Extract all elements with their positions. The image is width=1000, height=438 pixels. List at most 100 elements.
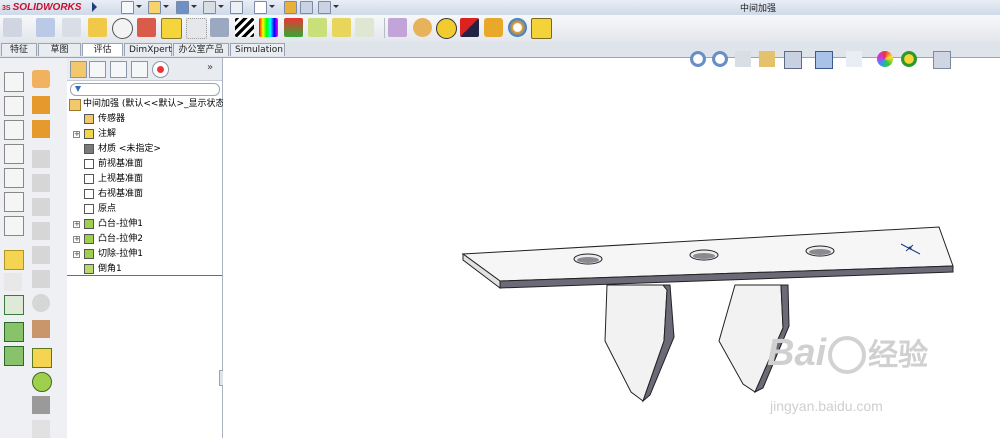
molds-icon[interactable] [32, 420, 50, 438]
menu-expand-arrow-icon[interactable] [92, 2, 97, 12]
feature-statistics-icon[interactable] [388, 18, 407, 37]
rib-icon[interactable] [32, 150, 50, 168]
filter-icon [75, 86, 81, 92]
extruded-cut-icon[interactable] [4, 192, 24, 212]
fillet-icon[interactable] [32, 70, 50, 88]
file-properties-icon[interactable] [300, 1, 313, 14]
select-pointer-icon[interactable] [254, 1, 267, 14]
save-icon[interactable] [176, 1, 189, 14]
lofted-boss-icon[interactable] [4, 144, 24, 164]
print-dropdown-icon[interactable] [218, 5, 224, 8]
paw-logo-icon [828, 335, 867, 374]
feature-tree-filter[interactable] [70, 83, 220, 96]
solidworks-logo[interactable]: 3S SOLIDWORKS [2, 0, 81, 15]
symmetry-check-icon[interactable] [355, 18, 374, 37]
tree-item-label: 倒角1 [98, 264, 122, 274]
tab-simulation[interactable]: Simulation [230, 43, 285, 56]
mass-properties-icon[interactable] [62, 18, 81, 37]
expand-toggle-icon[interactable]: + [73, 221, 80, 228]
left-leg-front [604, 284, 668, 402]
shell-icon[interactable] [32, 96, 50, 114]
tab-sketch[interactable]: 草图 [38, 43, 81, 56]
draft-icon[interactable] [32, 120, 50, 138]
features-icon[interactable] [4, 346, 24, 366]
expand-panel-icon[interactable]: » [207, 62, 213, 73]
zebra-stripes-icon[interactable] [235, 18, 254, 37]
tab-office-products[interactable]: 办公室产品 [173, 43, 229, 56]
sensor-icon [84, 114, 94, 124]
weldments-icon[interactable] [32, 396, 50, 414]
extruded-boss-icon[interactable] [4, 72, 24, 92]
save-dropdown-icon[interactable] [191, 5, 197, 8]
section-properties-icon[interactable] [88, 18, 107, 37]
statistics-icon[interactable] [137, 18, 156, 37]
print-icon[interactable] [203, 1, 216, 14]
hole-1-inner [577, 257, 599, 263]
mirror-icon[interactable] [32, 222, 50, 240]
swept-boss-icon[interactable] [4, 120, 24, 140]
graphics-area[interactable] [223, 51, 1000, 438]
new-document-icon[interactable] [121, 1, 134, 14]
sketch-icon[interactable] [4, 250, 24, 270]
options-icon[interactable] [318, 1, 331, 14]
part-model[interactable] [223, 58, 1000, 438]
scale-icon[interactable] [32, 320, 50, 338]
undo-icon[interactable] [230, 1, 243, 14]
check-icon[interactable] [161, 18, 182, 39]
linear-pattern-icon[interactable] [32, 246, 50, 264]
propertymanager-tab-icon[interactable] [89, 61, 106, 78]
boundary-boss-icon[interactable] [4, 168, 24, 188]
expand-toggle-icon[interactable]: + [73, 236, 80, 243]
revolved-boss-icon[interactable] [4, 96, 24, 116]
parting-line-analysis-icon[interactable] [332, 18, 351, 37]
new-dropdown-icon[interactable] [136, 5, 142, 8]
hole-wizard-icon[interactable] [32, 270, 50, 288]
wrap-icon[interactable] [32, 174, 50, 192]
rollback-bar[interactable] [67, 275, 222, 276]
undercut-analysis-icon[interactable] [308, 18, 327, 37]
sustainability-icon[interactable] [508, 18, 527, 37]
compare-documents-icon[interactable] [460, 18, 479, 37]
configurationmanager-tab-icon[interactable] [110, 61, 127, 78]
tab-evaluate[interactable]: 评估 [82, 43, 123, 56]
surface-icon[interactable] [32, 348, 52, 368]
feature-manager-panel: » 中间加强 (默认<<默认>_显示状态 传感器 + 注解 材质 <未指定> 前视基准面… [67, 58, 225, 438]
options-dropdown-icon[interactable] [333, 5, 339, 8]
rebuild-icon[interactable] [284, 1, 297, 14]
thickness-analysis-icon[interactable] [413, 18, 432, 37]
sheet-metal-icon[interactable] [32, 372, 52, 392]
measure-icon[interactable] [36, 18, 55, 37]
import-diagnostics-icon[interactable] [210, 18, 229, 37]
open-folder-icon[interactable] [148, 1, 161, 14]
combine-icon[interactable] [32, 294, 50, 312]
reference-geometry-icon[interactable] [4, 273, 22, 291]
instant3d-icon[interactable] [4, 322, 24, 342]
expand-toggle-icon[interactable]: + [73, 131, 80, 138]
sensor-gauge-icon[interactable] [112, 18, 133, 39]
open-dropdown-icon[interactable] [163, 5, 169, 8]
toolbar-separator [384, 18, 385, 38]
curves-icon[interactable] [4, 295, 24, 315]
boss-extrude-icon [84, 219, 94, 229]
expand-toggle-icon[interactable]: + [73, 251, 80, 258]
origin-icon [84, 204, 94, 214]
tab-features[interactable]: 特征 [1, 43, 37, 56]
geometry-analysis-icon[interactable] [186, 18, 207, 39]
curvature-icon[interactable] [259, 18, 278, 37]
draft-analysis-icon[interactable] [284, 18, 303, 37]
cut-extrude-icon [84, 249, 94, 259]
tab-dimxpert[interactable]: DimXpert [124, 43, 172, 56]
brand-name: SOLIDWORKS [12, 2, 82, 13]
costing-icon[interactable] [531, 18, 552, 39]
featuremanager-tab-icon[interactable] [70, 61, 87, 78]
checkmark-circle-icon[interactable] [436, 18, 457, 39]
tree-item-label: 凸台-拉伸1 [98, 219, 143, 229]
display-manager-tab-icon[interactable] [152, 61, 169, 78]
dome-icon[interactable] [32, 198, 50, 216]
design-checker-icon[interactable] [3, 18, 22, 37]
feature-manager-tabs: » [67, 58, 222, 81]
simulation-xpress-icon[interactable] [484, 18, 503, 37]
select-dropdown-icon[interactable] [269, 5, 275, 8]
dimxpertmanager-tab-icon[interactable] [131, 61, 148, 78]
revolved-cut-icon[interactable] [4, 216, 24, 236]
